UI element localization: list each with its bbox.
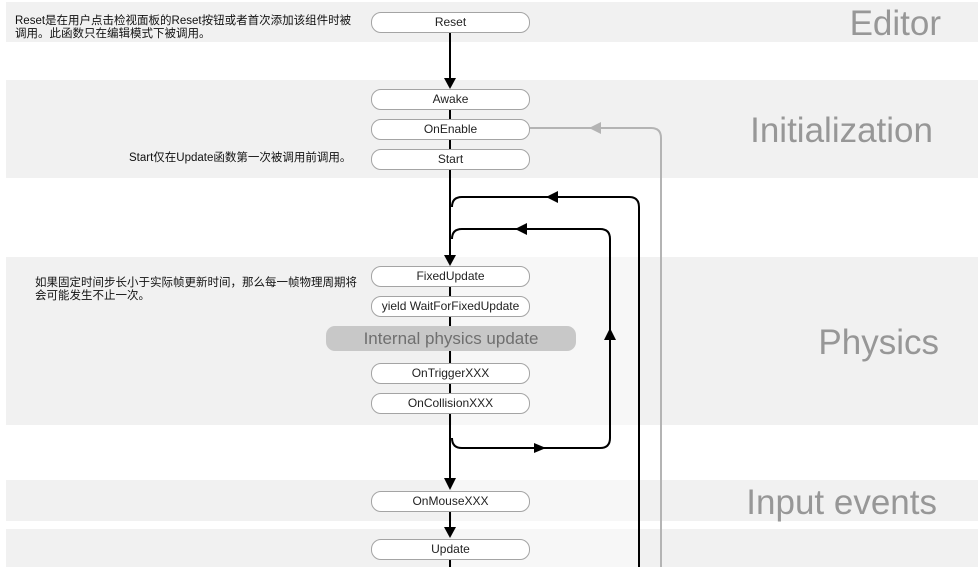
node-start: Start <box>371 149 530 170</box>
node-internal-physics-update: Internal physics update <box>326 326 576 351</box>
node-fixedupdate: FixedUpdate <box>371 266 530 287</box>
node-onenable: OnEnable <box>371 119 530 140</box>
node-onmousexxx: OnMouseXXX <box>371 491 530 512</box>
node-ontriggerxxx: OnTriggerXXX <box>371 363 530 384</box>
frame-loop-arrow-left <box>546 191 558 203</box>
node-reset: Reset <box>371 12 530 33</box>
arrow-into-awake <box>444 78 456 89</box>
node-update: Update <box>371 539 530 560</box>
arrow-into-fixedupdate <box>444 255 456 266</box>
node-waitforfixedupdate: yield WaitForFixedUpdate <box>371 296 530 317</box>
physics-loop-arrow-up <box>604 328 616 340</box>
node-oncollisionxxx: OnCollisionXXX <box>371 393 530 414</box>
physics-loop-arrow-right <box>534 443 546 453</box>
node-awake: Awake <box>371 89 530 110</box>
reenable-arrow-left <box>589 122 601 134</box>
arrow-into-onmouse <box>444 478 456 490</box>
physics-loop-arrow-left <box>515 223 527 235</box>
arrow-into-update <box>444 527 456 538</box>
